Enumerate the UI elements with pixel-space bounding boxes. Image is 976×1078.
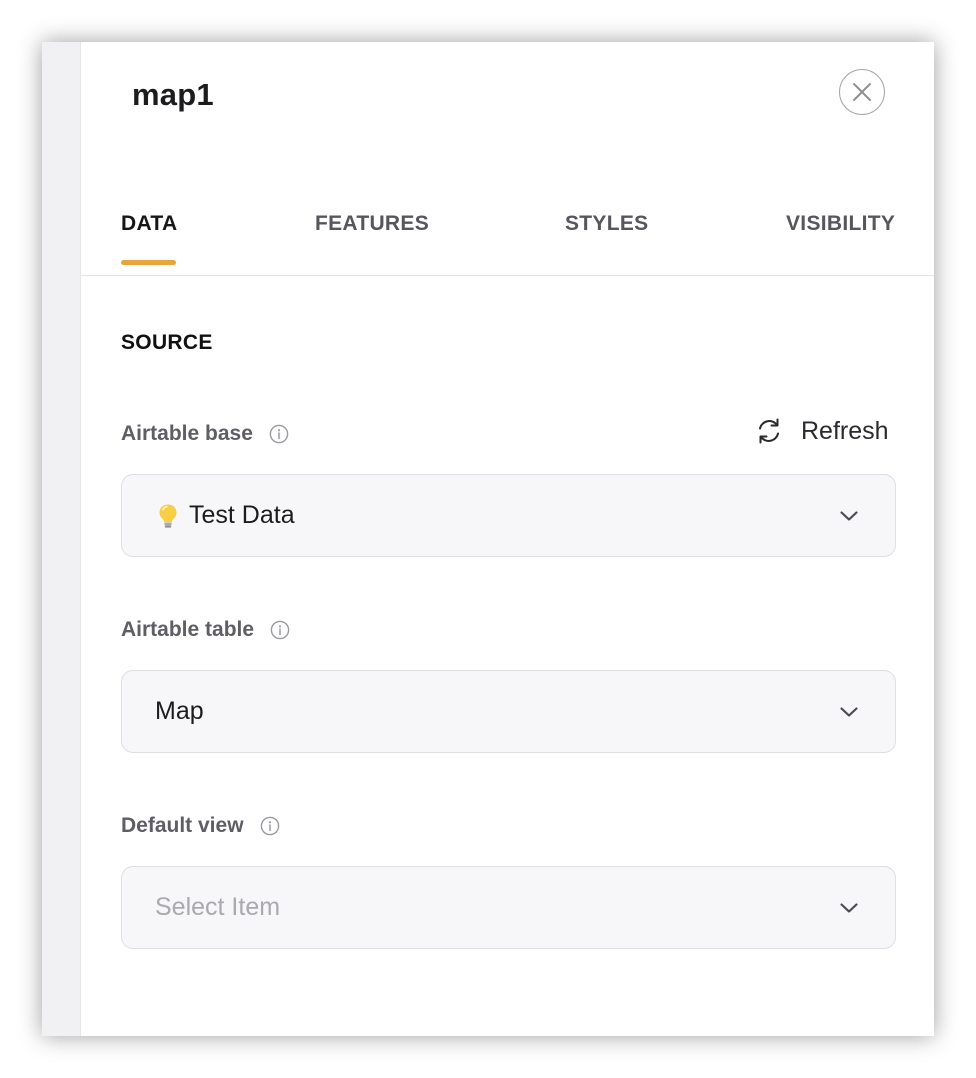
default-view-label-text: Default view xyxy=(121,814,244,837)
tab-data[interactable]: DATA xyxy=(121,212,177,236)
chevron-down-icon xyxy=(839,509,859,523)
airtable-base-select[interactable]: Test Data xyxy=(121,474,896,557)
chevron-down-icon xyxy=(839,705,859,719)
info-icon[interactable] xyxy=(269,424,289,444)
airtable-table-label: Airtable table xyxy=(121,618,290,642)
settings-window: map1 DATA FEATURES STYLES VISIBILITY SOU… xyxy=(42,42,934,1036)
airtable-table-value: Map xyxy=(155,697,204,725)
close-button[interactable] xyxy=(839,69,885,115)
tab-bar: DATA FEATURES STYLES VISIBILITY xyxy=(81,202,934,276)
lightbulb-icon xyxy=(157,503,179,529)
active-tab-indicator xyxy=(121,260,176,265)
component-settings-panel: map1 DATA FEATURES STYLES VISIBILITY SOU… xyxy=(81,42,934,1036)
default-view-placeholder: Select Item xyxy=(155,893,281,921)
refresh-button[interactable]: Refresh xyxy=(754,416,889,446)
airtable-base-value: Test Data xyxy=(189,501,295,529)
info-icon[interactable] xyxy=(260,816,280,836)
airtable-base-label-text: Airtable base xyxy=(121,422,253,445)
close-icon xyxy=(851,81,873,103)
airtable-table-label-text: Airtable table xyxy=(121,618,255,641)
tab-styles[interactable]: STYLES xyxy=(565,212,648,236)
info-icon[interactable] xyxy=(270,620,290,640)
chevron-down-icon xyxy=(839,901,859,915)
default-view-label: Default view xyxy=(121,814,280,838)
airtable-base-label: Airtable base xyxy=(121,422,289,446)
panel-title: map1 xyxy=(132,77,214,112)
refresh-icon xyxy=(754,416,784,446)
default-view-select[interactable]: Select Item xyxy=(121,866,896,949)
refresh-label: Refresh xyxy=(801,416,889,445)
tab-visibility[interactable]: VISIBILITY xyxy=(786,212,895,236)
tab-features[interactable]: FEATURES xyxy=(315,212,429,236)
section-title-source: SOURCE xyxy=(121,331,213,354)
airtable-table-select[interactable]: Map xyxy=(121,670,896,753)
left-sidebar-strip xyxy=(42,42,81,1036)
